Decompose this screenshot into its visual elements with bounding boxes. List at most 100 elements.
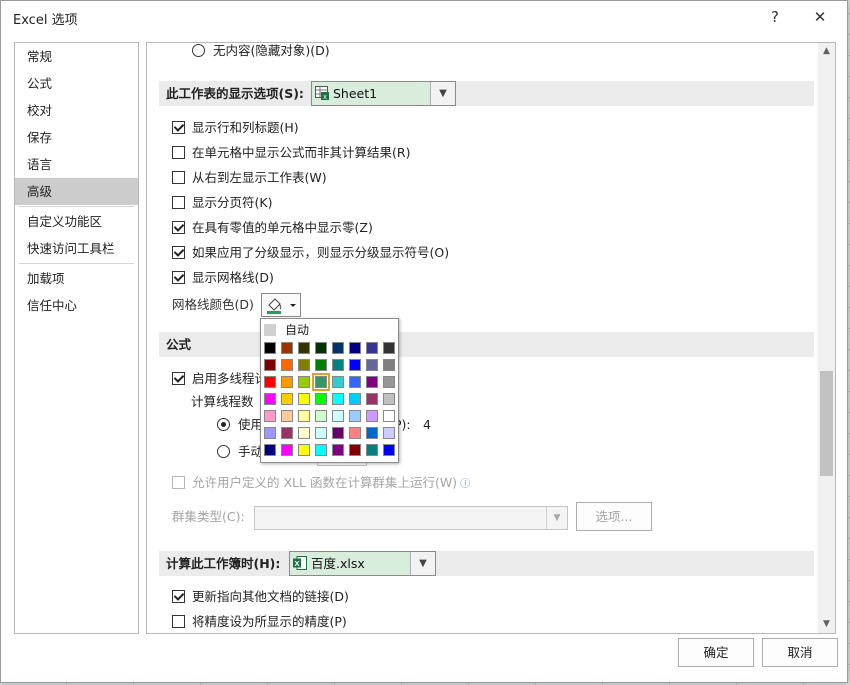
content-scrollbar[interactable]: ▲ ▼ [818, 43, 835, 633]
checkbox[interactable] [172, 196, 185, 209]
color-swatch[interactable] [281, 359, 293, 371]
color-swatch[interactable] [281, 342, 293, 354]
sidebar-item-language[interactable]: 语言 [15, 151, 138, 178]
sidebar-item-quick-access-toolbar[interactable]: 快速访问工具栏 [15, 235, 138, 262]
option-right-to-left[interactable]: 从右到左显示工作表(W) [172, 168, 327, 188]
color-swatch[interactable] [264, 342, 276, 354]
checkbox[interactable] [172, 221, 185, 234]
sidebar-item-advanced[interactable]: 高级 [15, 178, 138, 205]
checkbox[interactable] [172, 372, 185, 385]
chevron-down-icon[interactable]: ▼ [430, 82, 455, 105]
color-swatch[interactable] [315, 427, 327, 439]
color-swatch[interactable] [264, 444, 276, 456]
color-swatch[interactable] [366, 393, 378, 405]
radio-button[interactable] [217, 418, 230, 431]
color-swatch[interactable] [332, 444, 344, 456]
chevron-down-icon[interactable]: ▼ [410, 552, 435, 575]
color-swatch[interactable] [349, 410, 361, 422]
checkbox[interactable] [172, 171, 185, 184]
sidebar-item-general[interactable]: 常规 [15, 43, 138, 70]
color-swatch[interactable] [349, 342, 361, 354]
color-swatch[interactable] [264, 410, 276, 422]
sidebar-item-add-ins[interactable]: 加载项 [15, 265, 138, 292]
color-swatch[interactable] [366, 444, 378, 456]
checkbox[interactable] [172, 146, 185, 159]
color-swatch[interactable] [315, 359, 327, 371]
sidebar-item-proofing[interactable]: 校对 [15, 97, 138, 124]
color-swatch[interactable] [315, 444, 327, 456]
color-swatch[interactable] [383, 359, 395, 371]
option-multithread[interactable]: 启用多线程计 [172, 369, 267, 389]
sidebar-item-customize-ribbon[interactable]: 自定义功能区 [15, 208, 138, 235]
radio-button[interactable] [192, 44, 205, 57]
color-swatch[interactable] [366, 376, 378, 388]
color-swatch[interactable] [281, 410, 293, 422]
radio-no-content[interactable]: 无内容(隐藏对象)(D) [192, 43, 330, 61]
color-swatch[interactable] [298, 376, 310, 388]
color-swatch[interactable] [281, 444, 293, 456]
radio-use-all-processors[interactable]: 使用 [217, 415, 263, 435]
color-swatch[interactable] [349, 376, 361, 388]
color-swatch[interactable] [349, 427, 361, 439]
close-button[interactable]: ✕ [806, 5, 834, 29]
color-swatch[interactable] [366, 342, 378, 354]
option-precision-as-displayed[interactable]: 将精度设为所显示的精度(P) [172, 612, 347, 632]
color-swatch[interactable] [332, 359, 344, 371]
color-swatch[interactable] [298, 393, 310, 405]
color-swatch[interactable] [298, 342, 310, 354]
color-swatch[interactable] [332, 376, 344, 388]
color-swatch[interactable] [315, 393, 327, 405]
option-outline-symbols[interactable]: 如果应用了分级显示，则显示分级显示符号(O) [172, 243, 449, 263]
ok-button[interactable]: 确定 [678, 638, 754, 667]
scroll-thumb[interactable] [820, 371, 833, 476]
option-update-links[interactable]: 更新指向其他文档的链接(D) [172, 587, 349, 607]
color-swatch[interactable] [298, 359, 310, 371]
color-swatch[interactable] [264, 359, 276, 371]
color-swatch[interactable] [383, 342, 395, 354]
checkbox[interactable] [172, 590, 185, 603]
workbook-select[interactable]: X 百度.xlsx ▼ [289, 551, 436, 576]
sidebar-item-trust-center[interactable]: 信任中心 [15, 292, 138, 319]
sidebar-item-formulas[interactable]: 公式 [15, 70, 138, 97]
color-swatch[interactable] [383, 427, 395, 439]
color-swatch[interactable] [349, 444, 361, 456]
color-swatch[interactable] [383, 393, 395, 405]
option-show-gridlines[interactable]: 显示网格线(D) [172, 268, 274, 288]
sheet-select[interactable]: x Sheet1 ▼ [311, 81, 456, 106]
palette-auto-option[interactable]: 自动 [264, 322, 309, 338]
color-swatch[interactable] [332, 410, 344, 422]
color-swatch[interactable] [312, 373, 330, 391]
color-swatch[interactable] [281, 393, 293, 405]
scroll-up-arrow[interactable]: ▲ [818, 43, 835, 60]
option-show-formulas[interactable]: 在单元格中显示公式而非其计算结果(R) [172, 143, 410, 163]
sidebar-item-save[interactable]: 保存 [15, 124, 138, 151]
radio-manual[interactable]: 手动 [217, 442, 263, 462]
color-swatch[interactable] [298, 444, 310, 456]
option-show-row-col-headers[interactable]: 显示行和列标题(H) [172, 118, 299, 138]
color-swatch[interactable] [383, 376, 395, 388]
color-swatch[interactable] [298, 427, 310, 439]
color-swatch[interactable] [366, 359, 378, 371]
color-swatch[interactable] [383, 444, 395, 456]
checkbox[interactable] [172, 271, 185, 284]
color-swatch[interactable] [349, 359, 361, 371]
color-swatch[interactable] [315, 410, 327, 422]
option-show-zero[interactable]: 在具有零值的单元格中显示零(Z) [172, 218, 373, 238]
color-swatch[interactable] [332, 393, 344, 405]
color-swatch[interactable] [281, 376, 293, 388]
color-swatch[interactable] [349, 393, 361, 405]
checkbox[interactable] [172, 246, 185, 259]
checkbox[interactable] [172, 121, 185, 134]
color-swatch[interactable] [264, 427, 276, 439]
help-button[interactable]: ? [761, 5, 789, 29]
color-swatch[interactable] [264, 393, 276, 405]
color-swatch[interactable] [332, 427, 344, 439]
color-swatch[interactable] [383, 410, 395, 422]
color-swatch[interactable] [281, 427, 293, 439]
radio-button[interactable] [217, 445, 230, 458]
color-swatch[interactable] [264, 376, 276, 388]
scroll-down-arrow[interactable]: ▼ [818, 616, 835, 633]
color-swatch[interactable] [366, 410, 378, 422]
color-swatch[interactable] [315, 342, 327, 354]
gridline-color-button[interactable] [261, 293, 301, 317]
